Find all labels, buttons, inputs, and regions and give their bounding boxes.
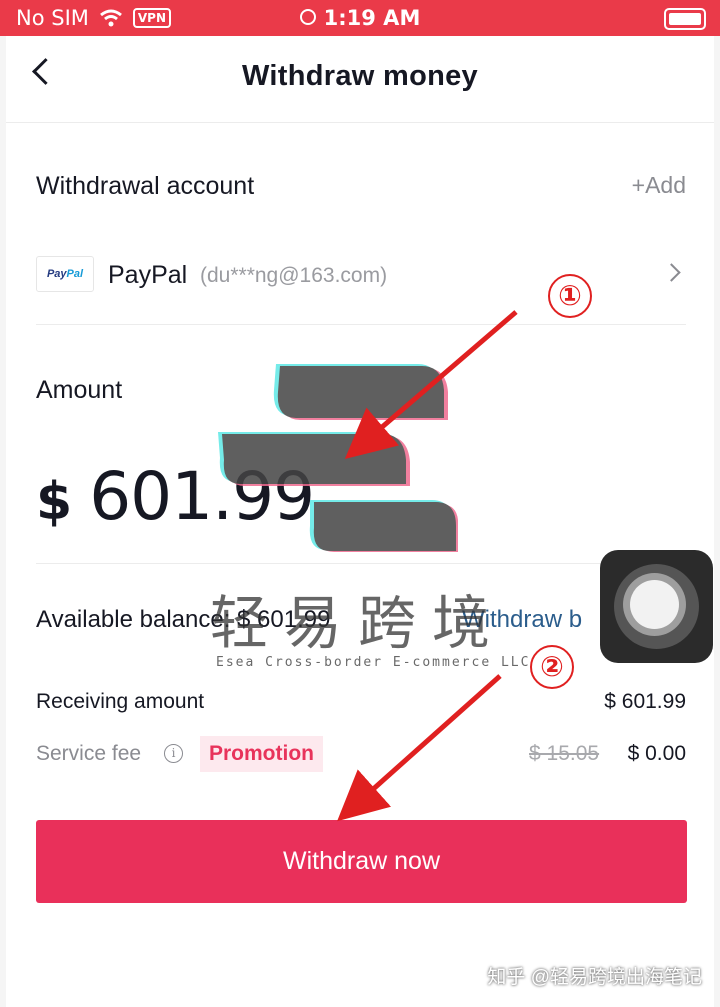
watermark-en: Esea Cross-border E-commerce LLC [216,655,531,670]
screen-edge-left [0,36,6,1007]
screen-edge-right [714,36,720,1007]
assistive-touch-button[interactable] [600,550,713,663]
battery-icon [664,8,706,30]
status-bar: No SIM VPN 1:19 AM [0,0,720,36]
withdraw-now-button[interactable]: Withdraw now [36,820,687,903]
service-fee-value: $ 0.00 [627,742,686,765]
status-time: 1:19 AM [323,6,421,30]
service-fee-original: $ 15.05 [529,742,600,765]
paypal-email: (du***ng@163.com) [200,264,388,287]
promotion-badge: Promotion [200,736,323,772]
service-fee-label: Service fee [36,742,142,765]
divider [36,563,686,564]
currency-symbol: $ [36,472,72,532]
nav-header: Withdraw money [6,36,714,123]
add-account-button[interactable]: +Add [632,172,686,199]
page-title: Withdraw money [242,60,478,92]
receiving-amount-value: $ 601.99 [604,690,686,713]
source-watermark: 知乎 @轻易跨境出海笔记 [487,967,702,988]
chevron-right-icon [662,263,681,282]
withdrawal-account-label: Withdrawal account [36,172,255,200]
watermark-logo [218,364,458,552]
watermark-cn: 轻易跨境 [210,589,507,657]
paypal-name: PayPal [108,261,188,289]
status-time-group: 1:19 AM [0,6,720,30]
info-icon[interactable]: i [164,744,183,763]
annotation-marker-1: ① [548,274,592,318]
annotation-marker-2: ② [530,645,574,689]
receiving-amount-label: Receiving amount [36,690,205,713]
orientation-lock-icon [299,9,316,25]
amount-label: Amount [36,376,123,404]
divider [36,324,686,325]
paypal-logo: PayPal [36,256,94,292]
